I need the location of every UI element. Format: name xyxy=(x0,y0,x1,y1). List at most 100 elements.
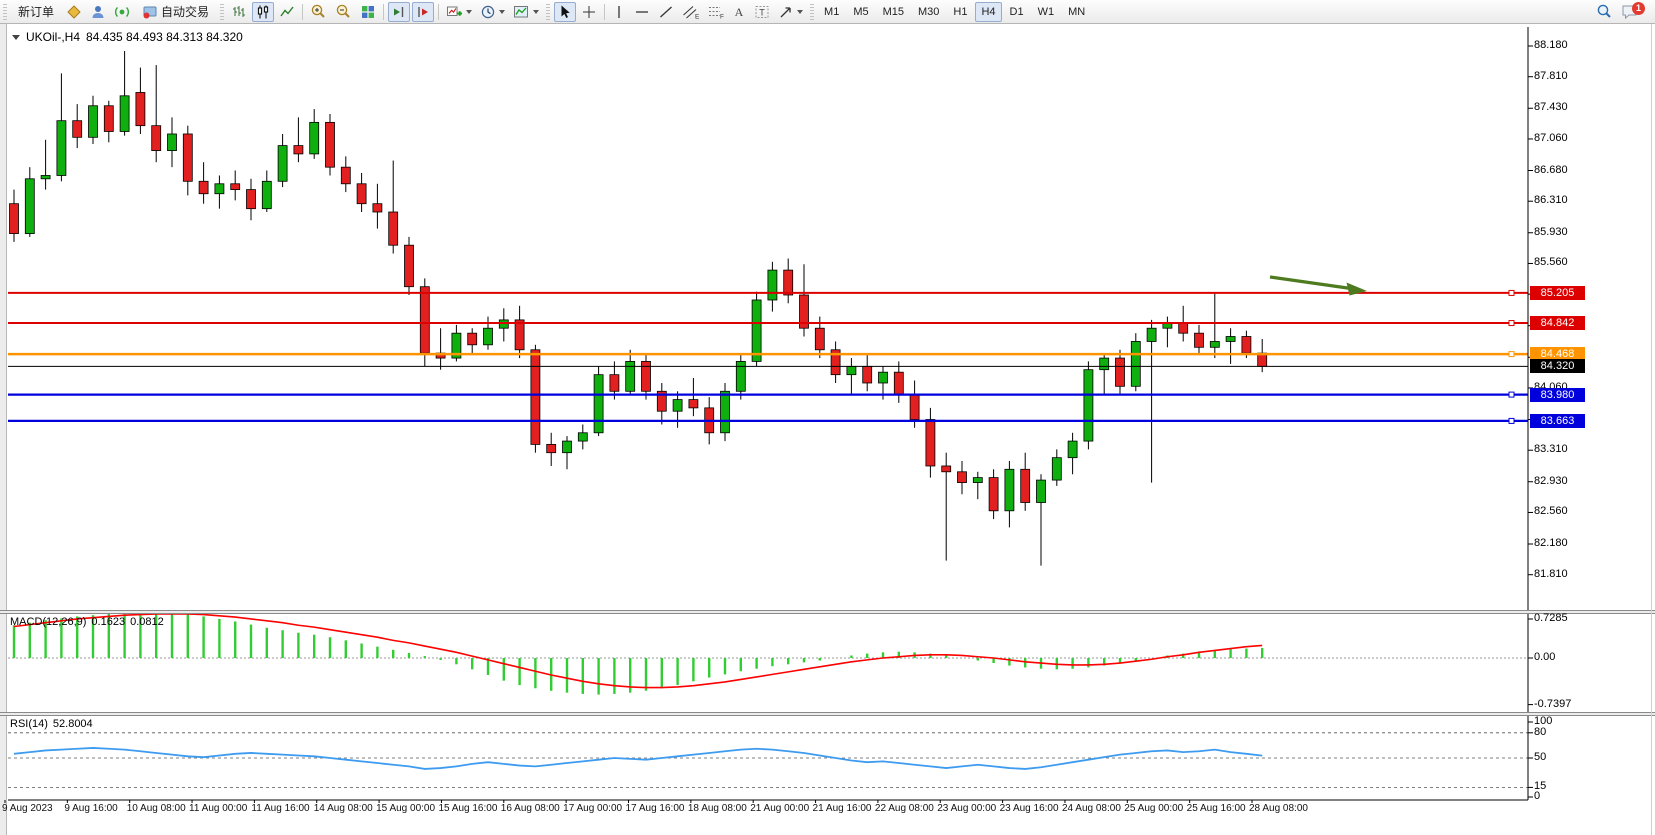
notifications-button[interactable]: 1 xyxy=(1618,2,1642,22)
macd-name: MACD(12,26,9) xyxy=(10,616,86,628)
candle xyxy=(910,395,919,420)
auto-trading-button[interactable]: 自动交易 xyxy=(135,2,216,22)
signals-button[interactable] xyxy=(111,2,133,22)
search-button[interactable] xyxy=(1593,2,1616,22)
candle xyxy=(926,420,935,466)
price-line-label-85.205[interactable]: 85.205 xyxy=(1530,286,1585,300)
rsi-layer xyxy=(8,733,1528,788)
candle xyxy=(25,179,34,234)
candle xyxy=(958,472,967,483)
timeframe-H1[interactable]: H1 xyxy=(947,2,973,22)
candle xyxy=(1226,337,1235,342)
candle xyxy=(1037,480,1046,502)
candlestick-mode-button[interactable] xyxy=(252,2,274,22)
horizontal-line-tool-button[interactable] xyxy=(631,2,653,22)
candle xyxy=(847,366,856,374)
candle xyxy=(942,466,951,472)
panel-splitter[interactable] xyxy=(0,610,1655,614)
time-tick-label: 17 Aug 00:00 xyxy=(563,803,622,814)
timeframe-M5[interactable]: M5 xyxy=(847,2,874,22)
toolbar-grip[interactable] xyxy=(810,4,814,20)
candle xyxy=(673,400,682,412)
horizontal-lines-layer[interactable] xyxy=(8,290,1528,423)
chart-ohlc-values: 84.435 84.493 84.313 84.320 xyxy=(86,30,243,44)
candle xyxy=(405,245,414,287)
label-tool-button[interactable]: T xyxy=(751,2,773,22)
zoom-out-button[interactable] xyxy=(332,2,355,22)
bar-chart-mode-button[interactable] xyxy=(228,2,250,22)
crosshair-tool-button[interactable] xyxy=(578,2,600,22)
time-tick-label: 15 Aug 00:00 xyxy=(376,803,435,814)
rsi-line xyxy=(14,748,1262,769)
candle xyxy=(547,444,556,452)
candle xyxy=(1116,358,1125,386)
zoom-in-button[interactable] xyxy=(307,2,330,22)
timeframe-D1[interactable]: D1 xyxy=(1004,2,1030,22)
toolbar-grip[interactable] xyxy=(220,4,224,20)
crosshair-icon xyxy=(581,4,597,20)
shapes-tool-button[interactable] xyxy=(775,2,806,22)
chart-window: UKOil-,H4 84.435 84.493 84.313 84.320 MA… xyxy=(0,24,1655,835)
timeframe-W1[interactable]: W1 xyxy=(1032,2,1061,22)
candle xyxy=(815,328,824,350)
price-tick-label: 87.430 xyxy=(1534,101,1568,113)
price-tick-label: 85.930 xyxy=(1534,226,1568,238)
fibonacci-icon: F xyxy=(707,4,724,20)
price-line-label-83.663[interactable]: 83.663 xyxy=(1530,414,1585,428)
timeframe-M1[interactable]: M1 xyxy=(818,2,845,22)
toolbar-grip[interactable] xyxy=(546,4,550,20)
auto-scroll-button[interactable] xyxy=(388,2,410,22)
market-depth-button[interactable] xyxy=(63,2,85,22)
time-tick-label: 21 Aug 16:00 xyxy=(813,803,872,814)
notification-badge: 1 xyxy=(1632,2,1645,15)
fibonacci-tool-button[interactable]: F xyxy=(704,2,727,22)
collapse-chart-icon[interactable] xyxy=(12,35,20,40)
chart-symbol-period: UKOil-,H4 xyxy=(26,30,80,44)
cursor-tool-button[interactable] xyxy=(554,2,576,22)
timeframe-H4[interactable]: H4 xyxy=(975,2,1001,22)
channel-tool-button[interactable]: E xyxy=(679,2,702,22)
periods-button[interactable] xyxy=(477,2,508,22)
price-line-label-83.980[interactable]: 83.980 xyxy=(1530,388,1585,402)
candle xyxy=(247,190,256,209)
price-tick-label: 81.810 xyxy=(1534,568,1568,580)
candle xyxy=(420,287,429,353)
person-icon xyxy=(90,4,106,20)
vertical-line-tool-button[interactable] xyxy=(609,2,629,22)
new-chart-icon xyxy=(446,4,463,20)
toolbar-grip[interactable] xyxy=(3,4,7,20)
macd-signal-value: 0.0812 xyxy=(130,616,164,628)
search-icon xyxy=(1596,3,1613,20)
candle xyxy=(1195,333,1204,347)
trendline-tool-button[interactable] xyxy=(655,2,677,22)
chart-shift-button[interactable] xyxy=(412,2,434,22)
new-order-button[interactable]: 新订单 xyxy=(11,2,61,22)
candle xyxy=(468,333,477,345)
line-chart-mode-button[interactable] xyxy=(276,2,298,22)
candle xyxy=(768,270,777,300)
price-line-label-84.320[interactable]: 84.320 xyxy=(1530,359,1585,373)
timeframe-M30[interactable]: M30 xyxy=(912,2,945,22)
candle xyxy=(136,92,145,125)
text-label-icon: T xyxy=(754,4,770,20)
new-chart-button[interactable] xyxy=(443,2,475,22)
rsi-tick-label: 50 xyxy=(1534,751,1546,763)
candle xyxy=(1021,469,1030,502)
timeframe-M15[interactable]: M15 xyxy=(877,2,910,22)
timeframe-MN[interactable]: MN xyxy=(1062,2,1091,22)
candle xyxy=(563,441,572,453)
price-tick-label: 85.560 xyxy=(1534,256,1568,268)
tile-windows-button[interactable] xyxy=(357,2,379,22)
panel-splitter[interactable] xyxy=(0,712,1655,716)
candle xyxy=(610,375,619,392)
text-tool-button[interactable]: A xyxy=(729,2,749,22)
community-button[interactable] xyxy=(87,2,109,22)
price-line-label-84.842[interactable]: 84.842 xyxy=(1530,316,1585,330)
candle xyxy=(531,350,540,445)
candle xyxy=(863,366,872,383)
svg-text:A: A xyxy=(735,5,744,19)
svg-text:E: E xyxy=(695,13,699,20)
templates-button[interactable] xyxy=(510,2,542,22)
new-order-label: 新订单 xyxy=(18,3,54,20)
candle xyxy=(73,121,82,138)
